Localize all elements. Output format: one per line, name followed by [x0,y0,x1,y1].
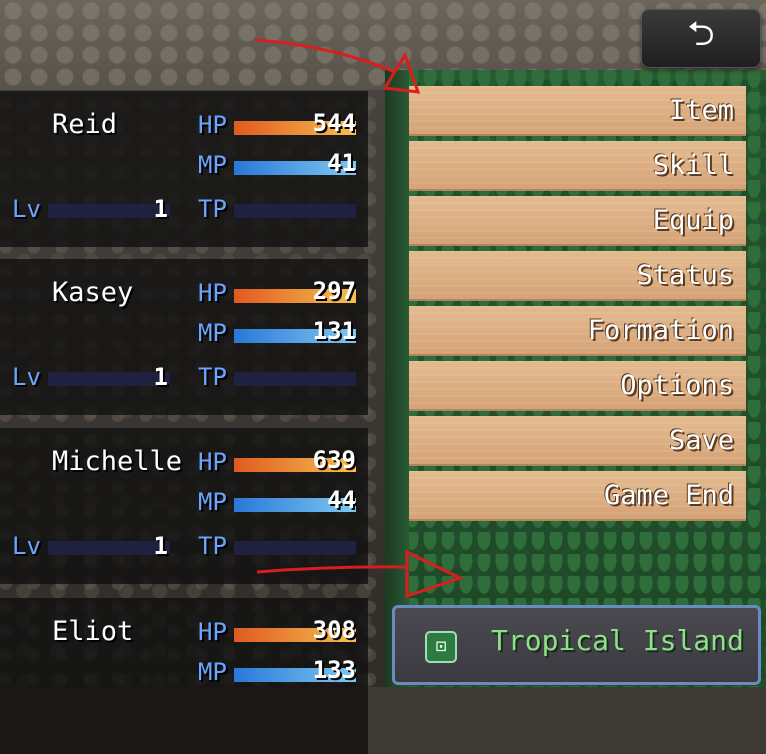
annotation-arrowhead-bottom [405,549,464,599]
annotation-arrow-top [254,38,396,74]
annotation-arrowhead-top [382,51,421,94]
annotation-arrow-bottom [256,565,406,574]
annotation-arrows [254,38,464,599]
